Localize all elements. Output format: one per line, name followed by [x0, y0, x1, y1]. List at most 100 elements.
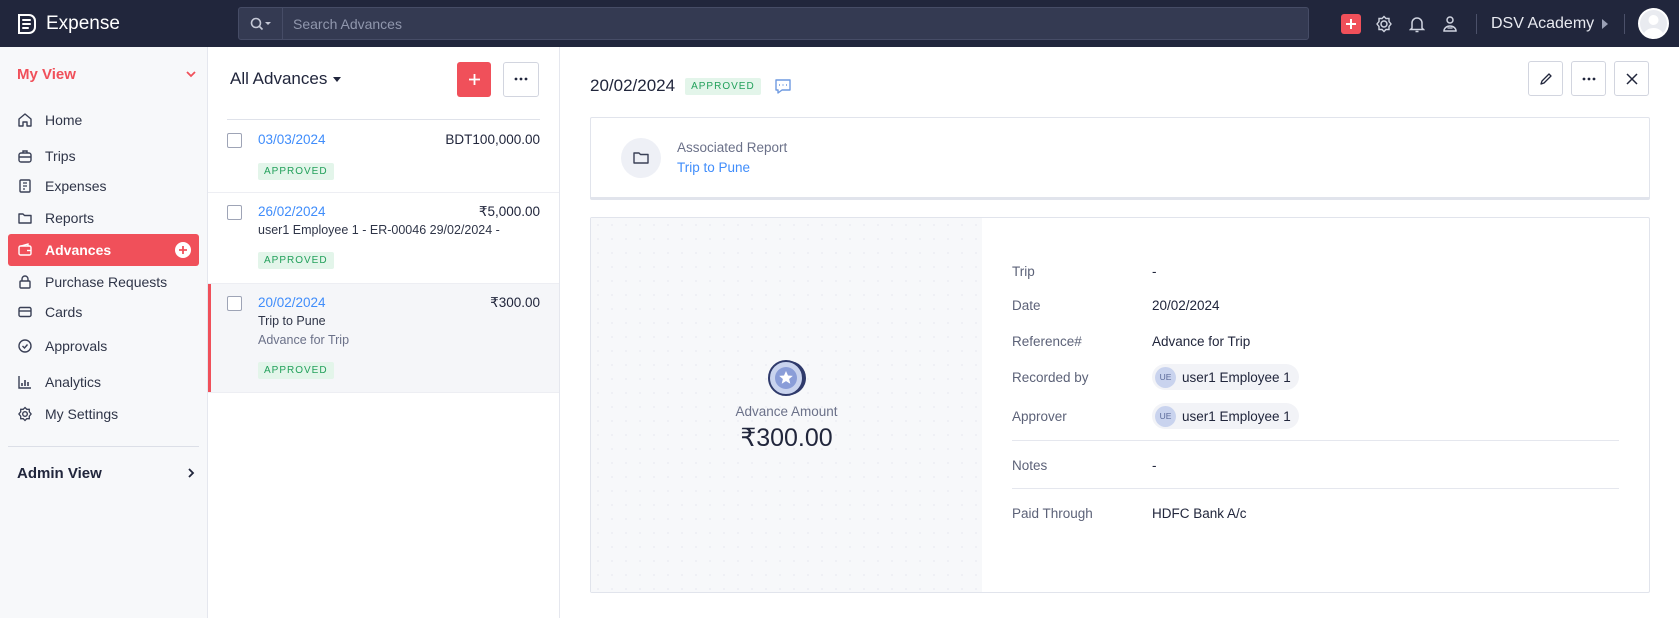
- field-value: -: [1152, 458, 1157, 473]
- field-label: Notes: [1012, 458, 1048, 473]
- comment-icon[interactable]: [773, 76, 793, 96]
- list-item[interactable]: 26/02/2024 ₹5,000.00 user1 Employee 1 - …: [208, 193, 559, 284]
- field-recorded-by: Recorded by UE user1 Employee 1: [1012, 364, 1299, 390]
- field-date: Date 20/02/2024: [1012, 298, 1220, 313]
- bell-icon[interactable]: [1407, 14, 1427, 34]
- advance-amount-label: Advance Amount: [735, 403, 838, 419]
- advance-date-link[interactable]: 03/03/2024: [258, 132, 326, 147]
- sidebar-item-label: Purchase Requests: [45, 274, 168, 290]
- my-view-header[interactable]: My View: [0, 47, 207, 101]
- new-advance-button[interactable]: [457, 61, 491, 97]
- sidebar-item-label: Trips: [45, 148, 76, 164]
- list-item[interactable]: 20/02/2024 ₹300.00 Trip to Pune Advance …: [208, 284, 559, 393]
- sidebar-item-label: Reports: [45, 210, 95, 226]
- more-horizontal-icon: [514, 77, 528, 81]
- advance-reference: Advance for Trip: [258, 333, 350, 347]
- sidebar-item-expenses[interactable]: Expenses: [8, 170, 199, 202]
- associated-report-link[interactable]: Trip to Pune: [677, 160, 787, 175]
- list-header: All Advances: [208, 47, 559, 111]
- row-checkbox[interactable]: [227, 133, 242, 148]
- associated-report-label: Associated Report: [677, 140, 788, 155]
- advance-details-card: Advance Amount ₹300.00 Trip - Date 20/02…: [590, 217, 1650, 593]
- bar-chart-icon: [16, 373, 34, 391]
- advance-description: user1 Employee 1 - ER-00046 29/02/2024 -: [258, 223, 500, 237]
- edit-button[interactable]: [1528, 61, 1563, 96]
- advance-amount: BDT100,000.00: [445, 132, 540, 147]
- status-badge: APPROVED: [258, 362, 334, 379]
- sidebar-item-cards[interactable]: Cards: [8, 296, 199, 328]
- list-view-selector[interactable]: All Advances: [230, 69, 327, 89]
- receipt-icon: [16, 177, 34, 195]
- search-bar[interactable]: Search Advances: [238, 7, 1309, 40]
- advance-amount-value: ₹300.00: [740, 423, 833, 452]
- org-switcher[interactable]: DSV Academy: [1491, 14, 1609, 33]
- advance-trip: Trip to Pune: [258, 314, 326, 328]
- folder-icon: [16, 209, 34, 227]
- sidebar-item-reports[interactable]: Reports: [8, 202, 199, 234]
- sidebar-item-label: Cards: [45, 304, 83, 320]
- field-label: Recorded by: [1012, 369, 1089, 385]
- user-chip[interactable]: UE user1 Employee 1: [1152, 364, 1299, 390]
- divider: [1012, 440, 1619, 441]
- sidebar-item-label: Analytics: [45, 374, 102, 390]
- check-circle-icon: [16, 337, 34, 355]
- field-value: 20/02/2024: [1152, 298, 1220, 313]
- row-checkbox[interactable]: [227, 296, 242, 311]
- advance-detail-pane: 20/02/2024 APPROVED Associated Report Tr…: [560, 47, 1679, 618]
- status-badge: APPROVED: [258, 163, 334, 180]
- sidebar-item-home[interactable]: Home: [8, 104, 199, 136]
- field-label: Reference#: [1012, 334, 1082, 349]
- sidebar-item-advances[interactable]: Advances: [8, 234, 199, 266]
- pencil-icon: [1539, 72, 1552, 85]
- row-checkbox[interactable]: [227, 205, 242, 220]
- detail-title: 20/02/2024: [590, 76, 676, 95]
- add-advance-icon[interactable]: [175, 242, 191, 258]
- sidebar-item-my-settings[interactable]: My Settings: [8, 398, 199, 430]
- gear-icon: [16, 405, 34, 423]
- detail-actions: [1520, 61, 1649, 96]
- sidebar-item-label: Home: [45, 112, 83, 128]
- more-actions-button[interactable]: [1571, 61, 1606, 96]
- settings-gear-icon[interactable]: [1374, 14, 1394, 34]
- sidebar-item-purchase-requests[interactable]: Purchase Requests: [8, 266, 199, 298]
- field-label: Paid Through: [1012, 506, 1093, 521]
- card-icon: [16, 303, 34, 321]
- sidebar-item-label: Approvals: [45, 338, 108, 354]
- sidebar-item-approvals[interactable]: Approvals: [8, 330, 199, 362]
- list-more-button[interactable]: [503, 61, 539, 97]
- field-label: Trip: [1012, 264, 1035, 279]
- divider: [1476, 13, 1477, 34]
- search-icon[interactable]: [239, 8, 283, 39]
- admin-view-header[interactable]: Admin View: [0, 447, 207, 499]
- field-trip: Trip -: [1012, 264, 1157, 279]
- folder-icon: [621, 137, 661, 178]
- quick-create-button[interactable]: [1341, 13, 1361, 34]
- field-label: Date: [1012, 298, 1041, 313]
- brand[interactable]: Expense: [14, 11, 238, 37]
- advance-date-link[interactable]: 20/02/2024: [258, 295, 326, 310]
- field-notes: Notes -: [1012, 458, 1157, 473]
- app-name: Expense: [46, 12, 120, 34]
- chevron-down-icon: [186, 71, 196, 78]
- field-value: Advance for Trip: [1152, 334, 1251, 349]
- caret-down-icon[interactable]: [333, 76, 342, 82]
- advance-date-link[interactable]: 26/02/2024: [258, 204, 326, 219]
- user-name: user1 Employee 1: [1182, 408, 1291, 424]
- user-name: user1 Employee 1: [1182, 369, 1291, 385]
- org-name: DSV Academy: [1491, 14, 1595, 32]
- sidebar-item-label: My Settings: [45, 406, 119, 422]
- search-input[interactable]: Search Advances: [293, 16, 402, 32]
- user-chip[interactable]: UE user1 Employee 1: [1152, 403, 1299, 429]
- sidebar-item-analytics[interactable]: Analytics: [8, 366, 199, 398]
- home-icon: [16, 111, 34, 129]
- advance-amount: ₹300.00: [490, 295, 540, 310]
- admin-view-label: Admin View: [17, 464, 102, 482]
- close-button[interactable]: [1614, 61, 1649, 96]
- user-avatar[interactable]: [1638, 8, 1670, 39]
- chevron-right-icon: [188, 468, 195, 478]
- sidebar-item-trips[interactable]: Trips: [8, 140, 199, 172]
- sidebar-item-label: Expenses: [45, 178, 107, 194]
- close-icon: [1625, 72, 1638, 85]
- list-item[interactable]: 03/03/2024 BDT100,000.00 APPROVED: [208, 120, 559, 193]
- users-icon[interactable]: [1440, 14, 1460, 34]
